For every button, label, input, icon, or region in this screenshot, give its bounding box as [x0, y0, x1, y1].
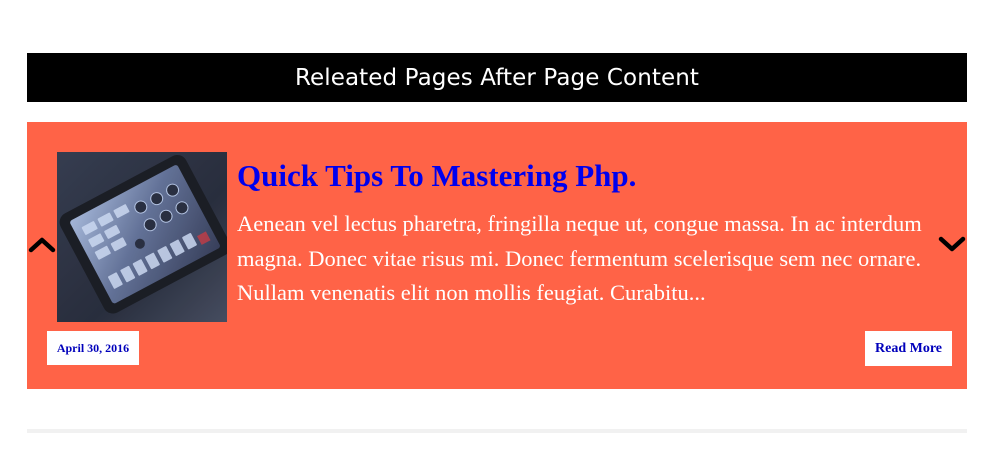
post-date: April 30, 2016 [56, 340, 130, 355]
chevron-down-icon [938, 236, 966, 252]
post-excerpt: Aenean vel lectus pharetra, fringilla ne… [237, 211, 922, 305]
read-more-button[interactable]: Read More [865, 331, 952, 366]
related-pages-header-title: Releated Pages After Page Content [294, 64, 700, 91]
post-thumbnail[interactable] [57, 152, 227, 322]
related-pages-header: Releated Pages After Page Content [27, 53, 967, 102]
read-more-label: Read More [875, 340, 942, 356]
section-divider [27, 429, 967, 433]
prev-post-button[interactable] [27, 232, 57, 256]
chevron-up-icon [28, 237, 56, 253]
post-date-badge: April 30, 2016 [47, 331, 139, 365]
post-title-link[interactable]: Quick Tips To Mastering Php. [237, 158, 636, 194]
next-post-button[interactable] [937, 232, 967, 256]
related-post-panel: Quick Tips To Mastering Php. Aenean vel … [27, 122, 967, 389]
tablet-photo-icon [57, 152, 227, 322]
